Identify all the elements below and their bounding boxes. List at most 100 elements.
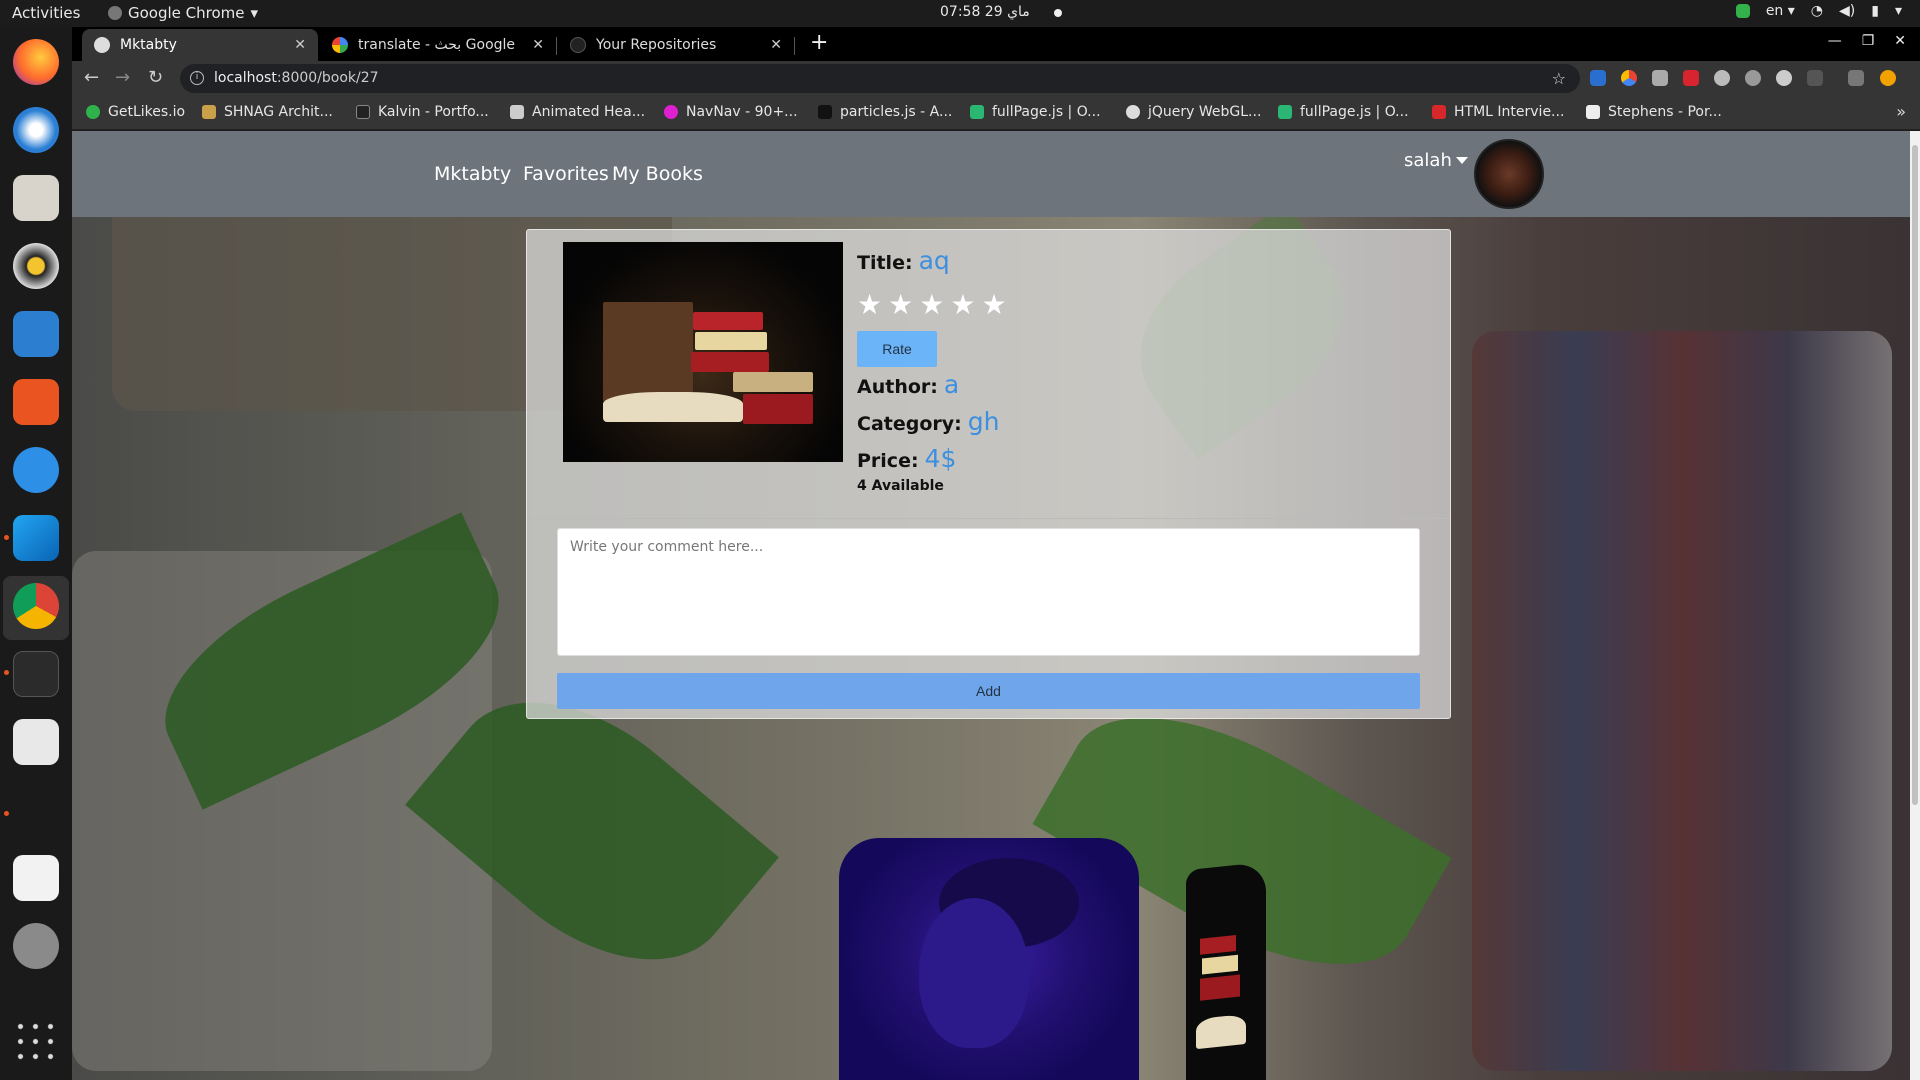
extension-icon[interactable]: [1776, 70, 1792, 86]
bookmark-item[interactable]: fullPage.js | O...: [1278, 104, 1409, 120]
bookmark-star-icon[interactable]: ☆: [1552, 64, 1566, 93]
reload-icon[interactable]: ↻: [148, 67, 163, 88]
react-devtools-icon[interactable]: [1714, 70, 1730, 86]
files-icon[interactable]: [13, 175, 59, 221]
scrollbar-thumb[interactable]: [1912, 145, 1918, 805]
title-label: Title:: [857, 252, 913, 274]
thunderbird-icon[interactable]: [13, 107, 59, 153]
minimize-icon[interactable]: —: [1828, 33, 1842, 49]
window-controls: — ❐ ✕: [1828, 33, 1906, 49]
star-icon[interactable]: ★: [950, 288, 975, 321]
url-host: localhost: [214, 70, 277, 86]
settings-icon[interactable]: [13, 923, 59, 969]
firefox-icon[interactable]: [13, 39, 59, 85]
price-row: Price: 4$: [857, 444, 1417, 473]
writer-icon[interactable]: [13, 311, 59, 357]
app-name: Google Chrome: [128, 4, 245, 22]
battery-icon[interactable]: ▮: [1871, 3, 1879, 19]
star-icon[interactable]: ★: [981, 288, 1006, 321]
app-menu[interactable]: Google Chrome ▾: [108, 4, 258, 22]
bookmark-favicon-icon: [1586, 105, 1600, 119]
tab-title: Your Repositories: [596, 37, 717, 53]
code-extension-icon[interactable]: [1848, 70, 1864, 86]
chevron-down-icon[interactable]: ▾: [1895, 3, 1902, 19]
nav-link-my-books[interactable]: My Books: [612, 163, 703, 185]
rhythmbox-icon[interactable]: [13, 243, 59, 289]
bookmark-favicon-icon: [356, 105, 370, 119]
bookmark-item[interactable]: NavNav - 90+...: [664, 104, 798, 120]
bookmark-item[interactable]: Stephens - Por...: [1586, 104, 1722, 120]
activities-button[interactable]: Activities: [12, 4, 80, 22]
portrait-image: [839, 838, 1139, 1080]
add-comment-button[interactable]: Add: [557, 673, 1420, 709]
close-icon[interactable]: ✕: [294, 37, 306, 53]
running-indicator: [4, 670, 9, 675]
avatar[interactable]: [1474, 139, 1544, 209]
system-tray[interactable]: en ▾ ◔ ◀) ▮ ▾: [1735, 3, 1902, 19]
close-icon[interactable]: ✕: [532, 37, 544, 53]
tab-title: Mktabty: [120, 37, 177, 53]
bookmark-item[interactable]: jQuery WebGL...: [1126, 104, 1261, 120]
chevron-down-icon[interactable]: [1456, 157, 1468, 164]
comment-input[interactable]: [557, 528, 1420, 656]
back-icon[interactable]: ←: [84, 67, 99, 88]
wifi-icon[interactable]: ◔: [1811, 3, 1823, 19]
category-row: Category: gh: [857, 407, 1417, 436]
user-menu[interactable]: salah: [1404, 150, 1452, 171]
extension-icon[interactable]: [1621, 70, 1637, 86]
info-icon[interactable]: i: [190, 71, 204, 85]
extension-icon[interactable]: [1590, 70, 1606, 86]
adblock-icon[interactable]: [1683, 70, 1699, 86]
document-viewer-icon[interactable]: [13, 719, 59, 765]
bookmark-item[interactable]: HTML Intervie...: [1432, 104, 1564, 120]
nav-link-favorites[interactable]: Favorites: [523, 163, 609, 185]
bookmark-item[interactable]: GetLikes.io: [86, 104, 185, 120]
vscode-icon[interactable]: [13, 515, 59, 561]
rating-stars[interactable]: ★ ★ ★ ★ ★: [857, 288, 1007, 321]
bookmark-item[interactable]: Animated Hea...: [510, 104, 645, 120]
bookmark-item[interactable]: particles.js - A...: [818, 104, 952, 120]
tab-repositories[interactable]: Your Repositories ✕: [558, 29, 795, 61]
rate-button[interactable]: Rate: [857, 331, 937, 367]
forward-icon[interactable]: →: [115, 67, 130, 88]
tab-mktabty[interactable]: Mktabty ✕: [82, 29, 318, 61]
star-icon[interactable]: ★: [857, 288, 882, 321]
new-tab-button[interactable]: +: [810, 30, 828, 55]
book-category: gh: [967, 407, 1000, 436]
book-thumbnail-image[interactable]: [1186, 861, 1266, 1080]
book-info: Title: aq: [857, 246, 1417, 275]
terminal-icon[interactable]: [13, 651, 59, 697]
language-indicator[interactable]: en ▾: [1766, 3, 1795, 19]
close-icon[interactable]: ✕: [770, 37, 782, 53]
bookmarks-overflow-icon[interactable]: »: [1896, 102, 1906, 121]
address-bar[interactable]: i localhost:8000/book/27 ☆: [180, 64, 1580, 93]
url-path: :8000/book/27: [276, 70, 379, 86]
brand-link[interactable]: Mktabty: [434, 163, 511, 185]
shield-icon[interactable]: [1735, 4, 1750, 18]
bookmark-favicon-icon: [1278, 105, 1292, 119]
background-image: [1472, 331, 1892, 1071]
tab-translate[interactable]: translate - بحث Google ✕: [320, 29, 557, 61]
star-icon[interactable]: ★: [919, 288, 944, 321]
star-icon[interactable]: ★: [888, 288, 913, 321]
extension-icon[interactable]: [1807, 70, 1823, 86]
maximize-icon[interactable]: ❐: [1862, 33, 1875, 49]
text-editor-icon[interactable]: [13, 855, 59, 901]
bookmark-favicon-icon: [510, 105, 524, 119]
page-scrollbar[interactable]: [1910, 131, 1920, 1080]
bookmark-item[interactable]: fullPage.js | O...: [970, 104, 1101, 120]
clock[interactable]: 07:58 29 ماي: [940, 4, 1030, 20]
close-icon[interactable]: ✕: [1894, 33, 1906, 49]
bookmark-item[interactable]: Kalvin - Portfo...: [356, 104, 489, 120]
profile-alert-icon[interactable]: [1880, 70, 1896, 86]
chrome-icon[interactable]: [13, 583, 59, 629]
extension-icon[interactable]: [1745, 70, 1761, 86]
help-icon[interactable]: [13, 447, 59, 493]
google-icon: [332, 37, 348, 53]
volume-icon[interactable]: ◀): [1839, 3, 1855, 19]
camera-icon[interactable]: [1652, 70, 1668, 86]
show-apps-icon[interactable]: [13, 1019, 59, 1065]
bookmark-item[interactable]: SHNAG Archit...: [202, 104, 333, 120]
software-center-icon[interactable]: [13, 379, 59, 425]
running-indicator: [4, 811, 9, 816]
